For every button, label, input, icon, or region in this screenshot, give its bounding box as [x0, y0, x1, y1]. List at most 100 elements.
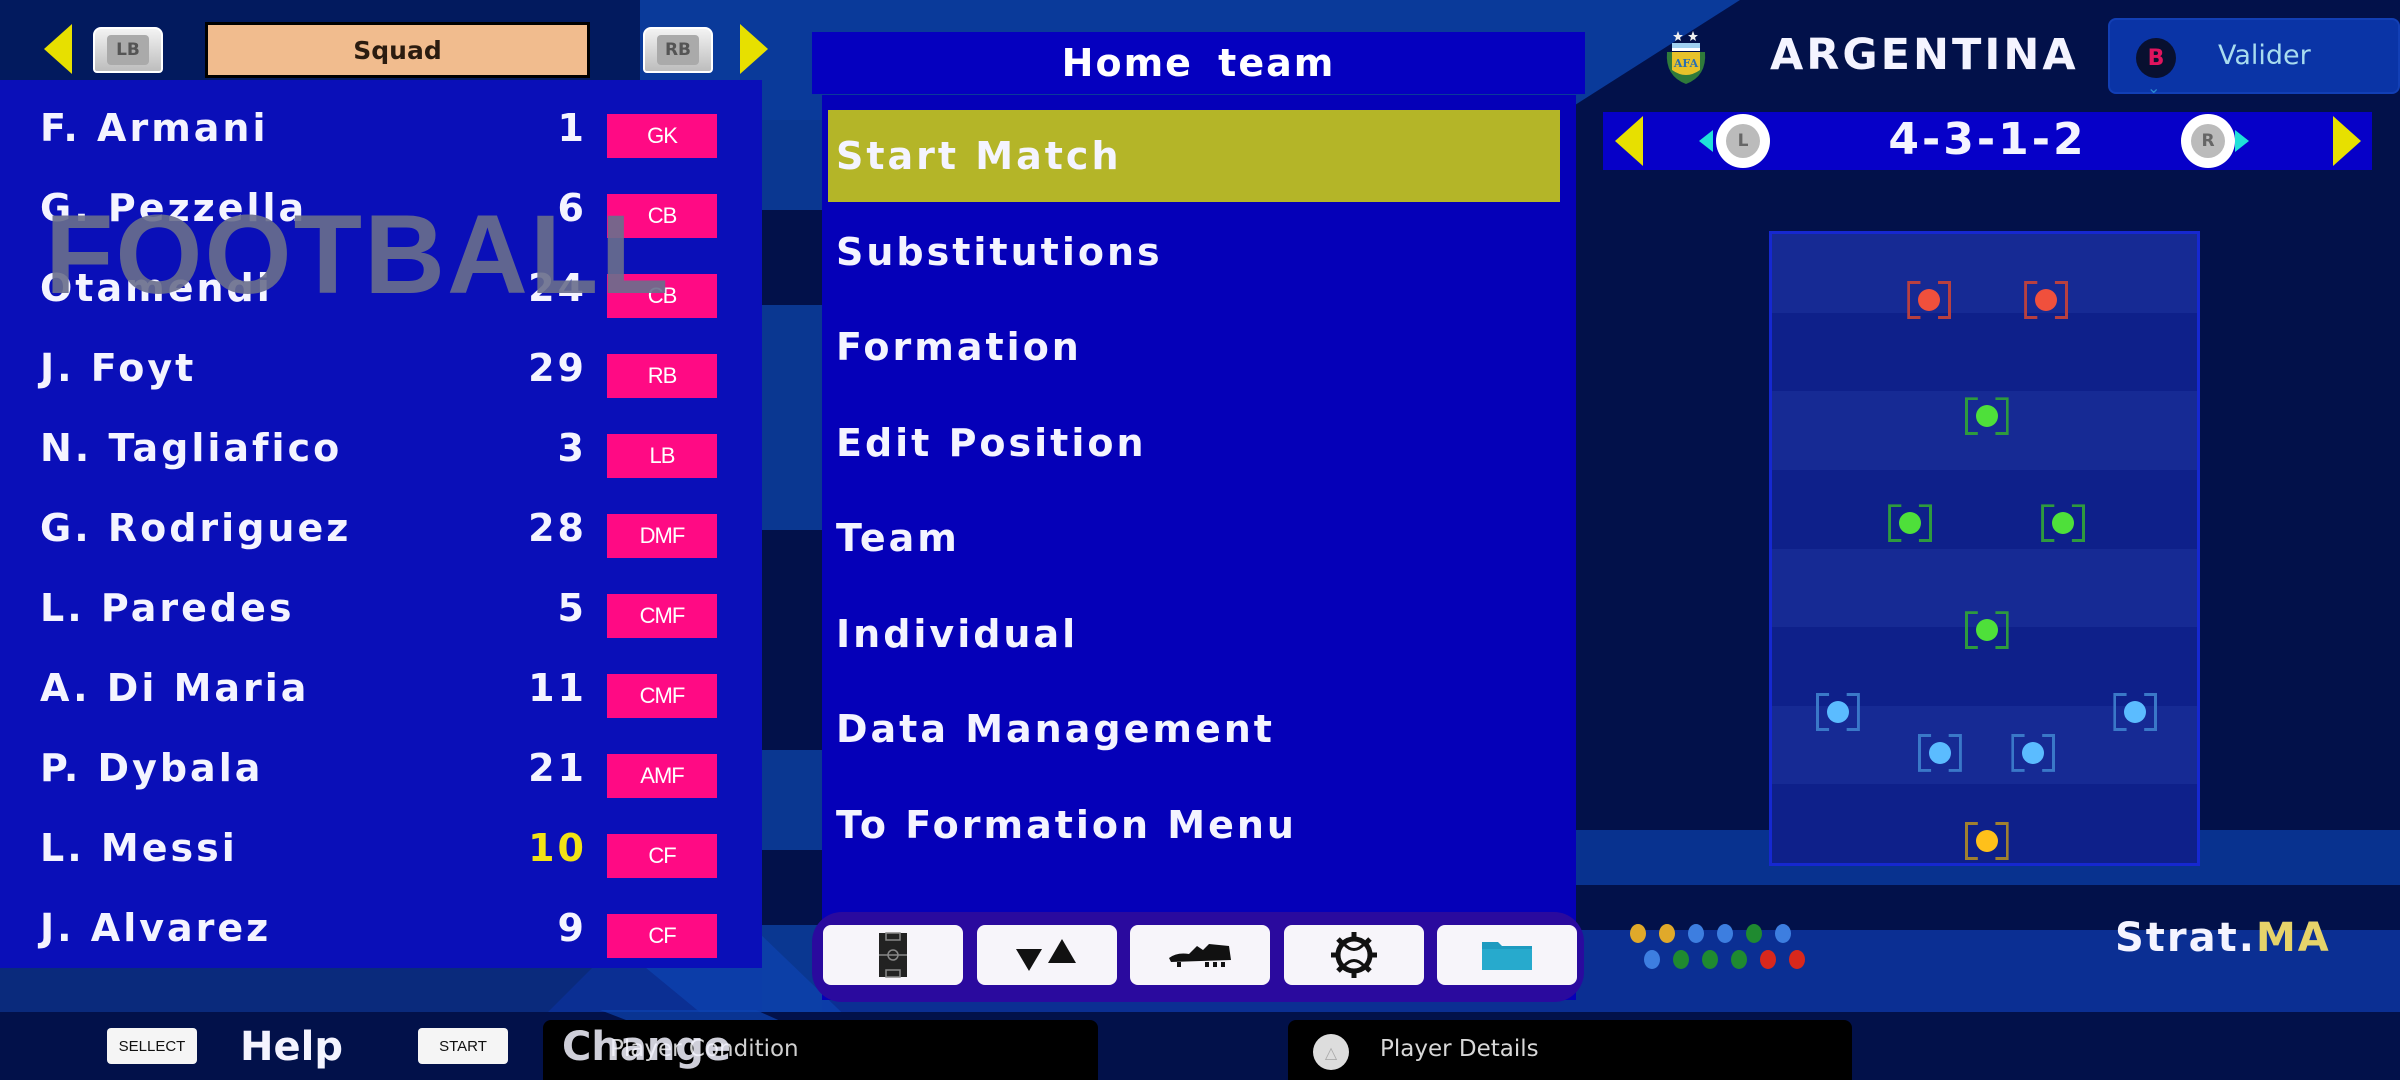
player-marker-cmf[interactable]: [2052, 512, 2075, 535]
player-name: G. Pezzella: [40, 186, 308, 230]
position-badge: CB: [607, 194, 717, 238]
player-number: 3: [557, 426, 587, 470]
player-number: 9: [557, 906, 587, 950]
gear-icon: [1331, 932, 1377, 978]
mini-player-dot: [1688, 924, 1704, 943]
player-name: G. Rodriguez: [40, 506, 352, 550]
next-tab-arrow-icon[interactable]: [740, 24, 768, 74]
start-key[interactable]: START: [418, 1028, 508, 1064]
player-row[interactable]: F. Armani 1 GK: [0, 94, 762, 174]
mini-player-dot: [1746, 924, 1762, 943]
player-name: N. Tagliafico: [40, 426, 343, 470]
menu-item-substitutions[interactable]: Substitutions: [828, 206, 1560, 298]
player-marker-cf[interactable]: [2035, 289, 2058, 312]
player-marker-cmf[interactable]: [1899, 512, 1922, 535]
pitch-stripe: [1772, 234, 2197, 314]
mini-player-dot: [1731, 950, 1747, 969]
player-marker-dmf[interactable]: [1975, 619, 1998, 642]
player-name: Otamendi: [40, 266, 273, 310]
player-row[interactable]: Otamendi 24 CB: [0, 254, 762, 334]
strategy-label: Strat.MA: [2115, 915, 2331, 961]
rb-key-label: RB: [657, 35, 699, 65]
next-formation-arrow-icon[interactable]: [2333, 116, 2361, 166]
menu-item-data-management[interactable]: Data Management: [828, 683, 1560, 775]
confirm-button[interactable]: B ⌄ Valider: [2108, 18, 2400, 97]
player-name: A. Di Maria: [40, 666, 310, 710]
select-key[interactable]: SELLECT: [107, 1028, 197, 1064]
main-menu: Start Match Substitutions Formation Edit Po…: [822, 95, 1576, 1000]
position-badge: CB: [607, 274, 717, 318]
chevron-down-icon: ⌄: [2147, 78, 2161, 97]
squad-tab[interactable]: Squad: [205, 22, 590, 78]
player-marker-lb[interactable]: [1826, 701, 1849, 724]
mini-player-dot: [1644, 950, 1660, 969]
cyan-right-arrow-icon: [2235, 130, 2249, 152]
menu-item-start-match[interactable]: Start Match: [828, 110, 1560, 202]
player-row[interactable]: G. Rodriguez 28 DMF: [0, 494, 762, 574]
data-button[interactable]: [1437, 925, 1577, 985]
mini-player-dot: [1760, 950, 1776, 969]
player-name: L. Paredes: [40, 586, 295, 630]
mini-formation-icon[interactable]: [1620, 918, 1840, 978]
bottom-controls-bar: [0, 1012, 2400, 1080]
change-label: Change: [562, 1024, 732, 1070]
settings-button[interactable]: [1284, 925, 1424, 985]
team-name: ARGENTINA: [1770, 30, 2079, 80]
player-marker-cb[interactable]: [2022, 741, 2045, 764]
player-number: 5: [557, 586, 587, 630]
player-number: 10: [528, 826, 587, 870]
background-shape: [762, 210, 822, 305]
player-marker-cf[interactable]: [1918, 289, 1941, 312]
player-marker-cb[interactable]: [1928, 741, 1951, 764]
player-name: J. Foyt: [40, 346, 197, 390]
menu-item-individual[interactable]: Individual: [828, 588, 1560, 680]
position-badge: CMF: [607, 594, 717, 638]
player-row[interactable]: L. Paredes 5 CMF: [0, 574, 762, 654]
svg-text:AFA: AFA: [1673, 57, 1699, 70]
player-details-button[interactable]: [1288, 1020, 1852, 1080]
position-badge: DMF: [607, 514, 717, 558]
swap-button[interactable]: [977, 925, 1117, 985]
strategy-value: MA: [2255, 915, 2331, 961]
position-badge: LB: [607, 434, 717, 478]
confirm-label: Valider: [2218, 40, 2311, 71]
player-number: 29: [528, 346, 587, 390]
rb-button[interactable]: RB: [643, 27, 713, 73]
mini-player-dot: [1659, 924, 1675, 943]
r-stick-button[interactable]: R: [2181, 114, 2235, 168]
player-row[interactable]: G. Pezzella 6 CB: [0, 174, 762, 254]
menu-item-edit-position[interactable]: Edit Position: [828, 397, 1560, 489]
prev-tab-arrow-icon[interactable]: [44, 24, 72, 74]
player-row[interactable]: L. Messi 10 CF: [0, 814, 762, 894]
menu-item-team[interactable]: Team: [828, 492, 1560, 584]
mini-player-dot: [1789, 950, 1805, 969]
player-number: 21: [528, 746, 587, 790]
player-marker-gk[interactable]: [1975, 829, 1998, 852]
boot-button[interactable]: [1130, 925, 1270, 985]
player-row[interactable]: N. Tagliafico 3 LB: [0, 414, 762, 494]
folder-icon: [1482, 942, 1532, 970]
r-key-label: R: [2191, 124, 2225, 158]
squad-tab-label: Squad: [353, 35, 442, 65]
menu-item-formation[interactable]: Formation: [828, 301, 1560, 393]
lb-button[interactable]: LB: [93, 27, 163, 73]
swap-arrows-icon: [1016, 939, 1076, 971]
pitch-button[interactable]: [823, 925, 963, 985]
triangle-icon: △: [1313, 1034, 1349, 1070]
mini-player-dot: [1673, 950, 1689, 969]
player-row[interactable]: J. Foyt 29 RB: [0, 334, 762, 414]
player-details-label: Player Details: [1380, 1036, 1539, 1062]
player-number: 11: [528, 666, 587, 710]
player-marker-rb[interactable]: [2124, 701, 2147, 724]
strategy-prefix: Strat.: [2115, 915, 2256, 961]
menu-item-to-formation-menu[interactable]: To Formation Menu: [828, 779, 1560, 871]
player-row[interactable]: J. Alvarez 9 CF: [0, 894, 762, 974]
player-number: 24: [528, 266, 587, 310]
mini-player-dot: [1630, 924, 1646, 943]
mini-player-dot: [1717, 924, 1733, 943]
afa-crest-icon: AFA: [1666, 31, 1706, 84]
player-row[interactable]: P. Dybala 21 AMF: [0, 734, 762, 814]
player-row[interactable]: A. Di Maria 11 CMF: [0, 654, 762, 734]
boot-icon: [1169, 944, 1231, 967]
player-marker-amf[interactable]: [1975, 405, 1998, 428]
